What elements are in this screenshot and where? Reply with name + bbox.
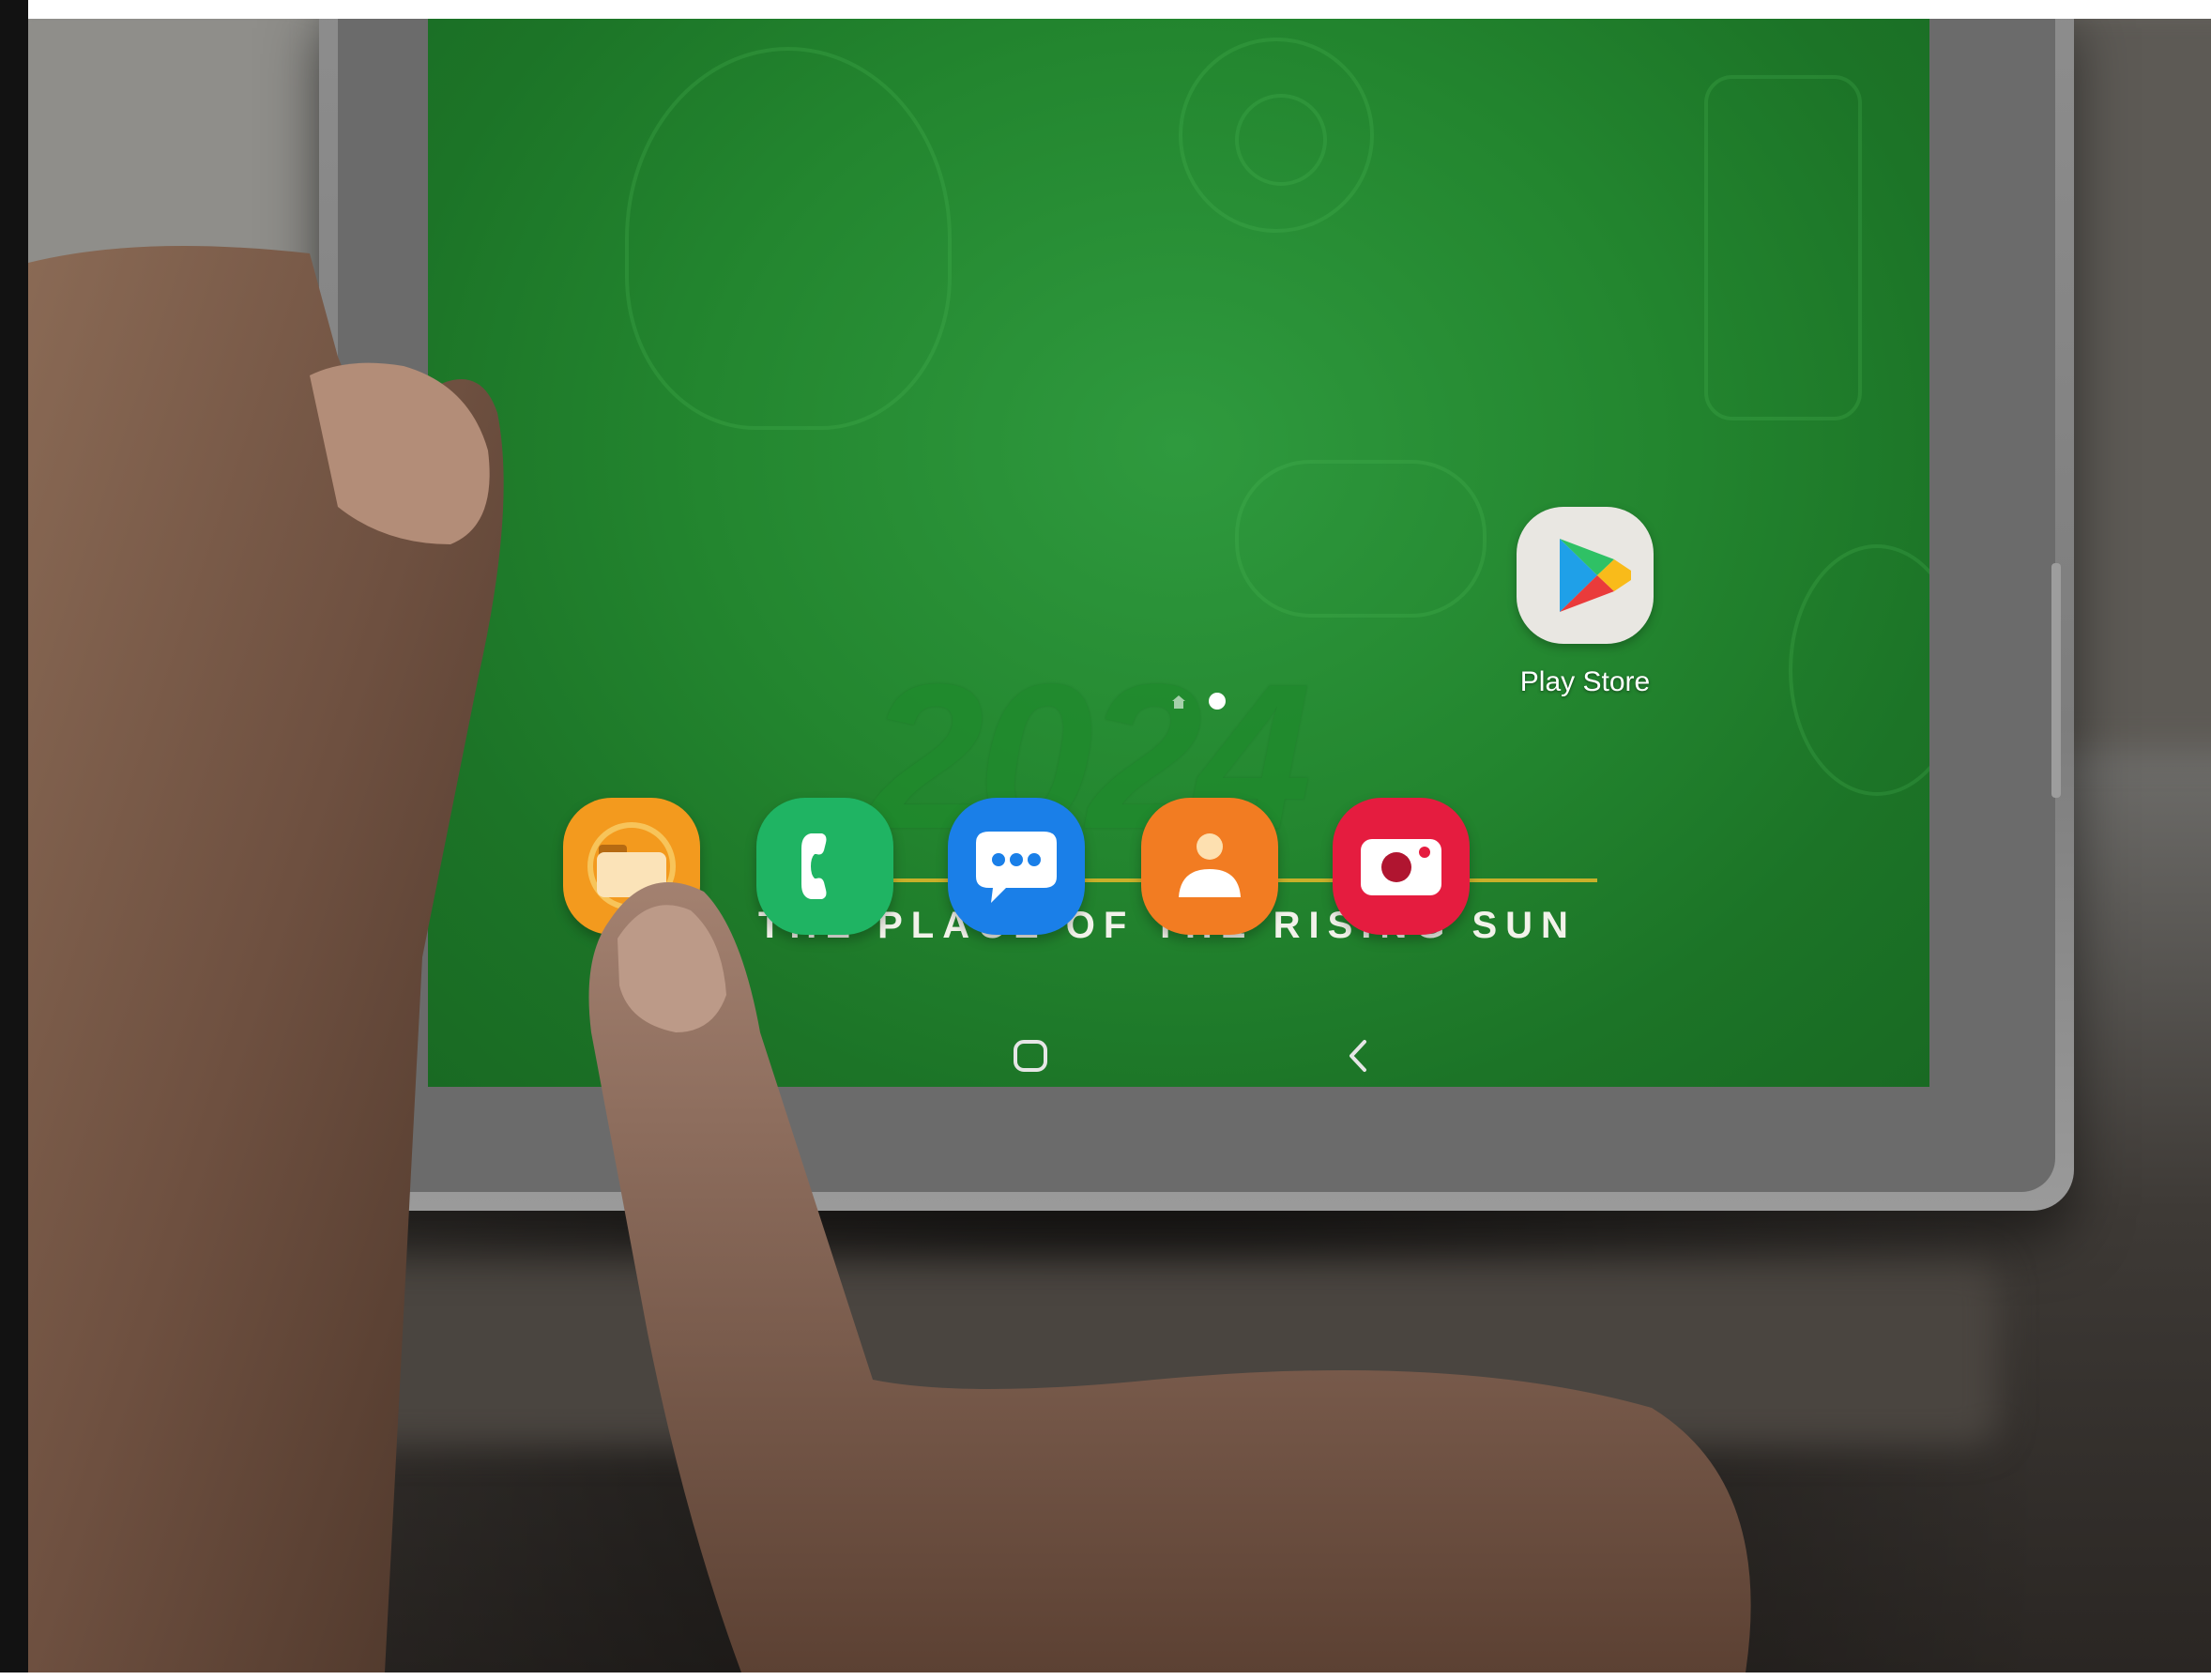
hand-illustration [28,246,1751,1672]
left-border [0,0,28,1680]
bottom-border [0,1672,2211,1680]
photo-scene: 2024 THE PLACE OF THE RISING SUN Play St… [28,19,2211,1672]
